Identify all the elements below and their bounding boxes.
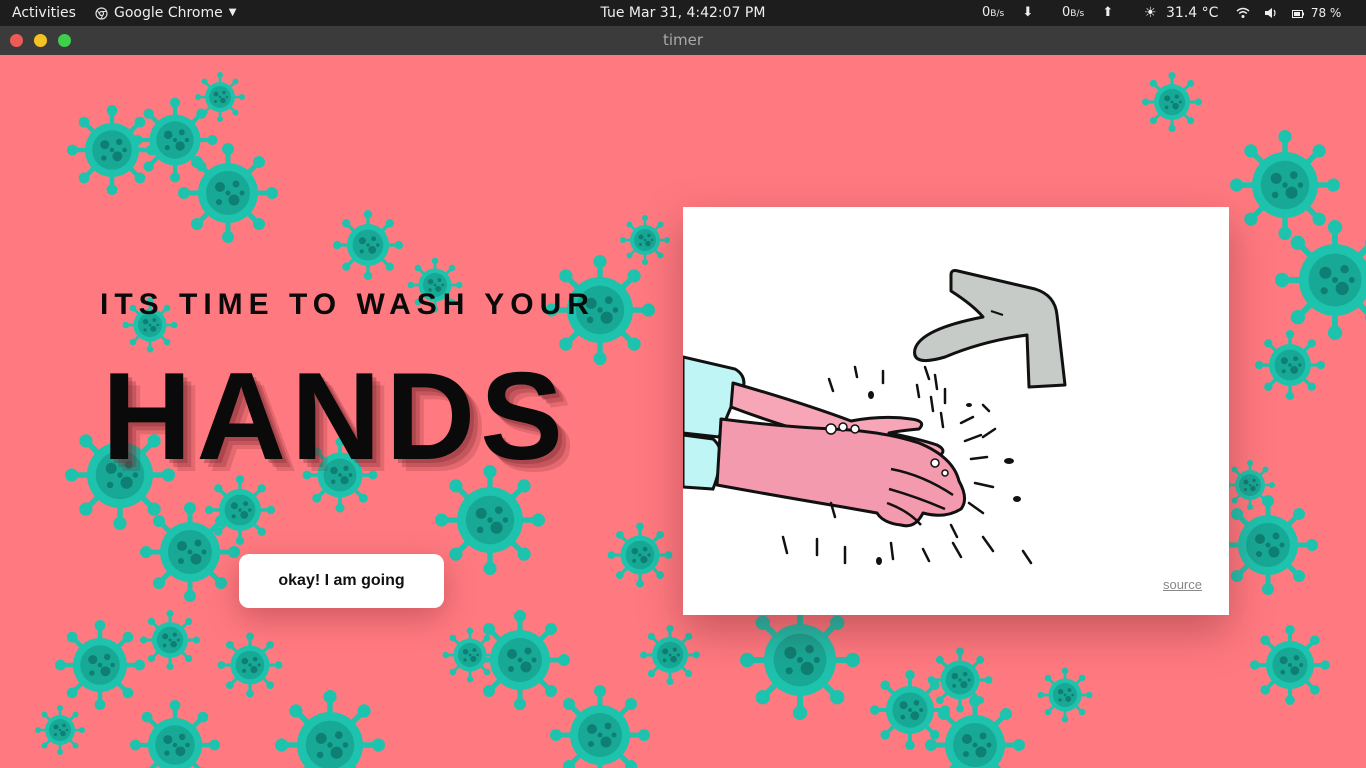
acknowledge-button[interactable]: okay! I am going (239, 554, 444, 608)
source-link[interactable]: source (1163, 577, 1202, 592)
system-top-bar: Activities Google Chrome ▼ Tue Mar 31, 4… (0, 0, 1366, 26)
subheading: ITS TIME TO WASH YOUR (100, 288, 595, 321)
handwashing-illustration (683, 269, 1067, 565)
temperature: 31.4 °C (1166, 5, 1219, 21)
chrome-icon (95, 6, 108, 20)
weather-indicator[interactable]: ☀ 31.4 °C (1144, 0, 1218, 26)
sun-icon: ☀ (1144, 5, 1157, 21)
page-title: HANDS (102, 348, 568, 486)
page-background: ITS TIME TO WASH YOUR HANDS okay! I am g… (0, 55, 1366, 768)
app-menu-label: Google Chrome (114, 5, 223, 21)
window-title-bar[interactable]: timer (0, 26, 1366, 55)
app-menu[interactable]: Google Chrome ▼ (95, 0, 236, 26)
arrow-up-icon: ⬆ (1102, 5, 1114, 20)
net-upload-indicator[interactable]: 0B/s ⬆ (1062, 0, 1113, 26)
battery-icon (1292, 6, 1308, 20)
window-title: timer (662, 31, 704, 49)
net-up-unit: B/s (1070, 9, 1085, 19)
arrow-down-icon: ⬇ (1022, 5, 1034, 20)
battery-indicator[interactable]: 78 % (1292, 0, 1341, 26)
battery-level: 78 % (1310, 6, 1342, 20)
volume-icon[interactable] (1264, 0, 1278, 26)
handwashing-image-card: source (683, 207, 1229, 615)
net-down-unit: B/s (990, 9, 1005, 19)
wifi-icon[interactable] (1236, 0, 1250, 26)
activities-button[interactable]: Activities (12, 0, 76, 26)
chevron-down-icon: ▼ (228, 7, 237, 18)
clock[interactable]: Tue Mar 31, 4:42:07 PM (601, 5, 766, 21)
net-download-indicator[interactable]: 0B/s ⬇ (982, 0, 1033, 26)
